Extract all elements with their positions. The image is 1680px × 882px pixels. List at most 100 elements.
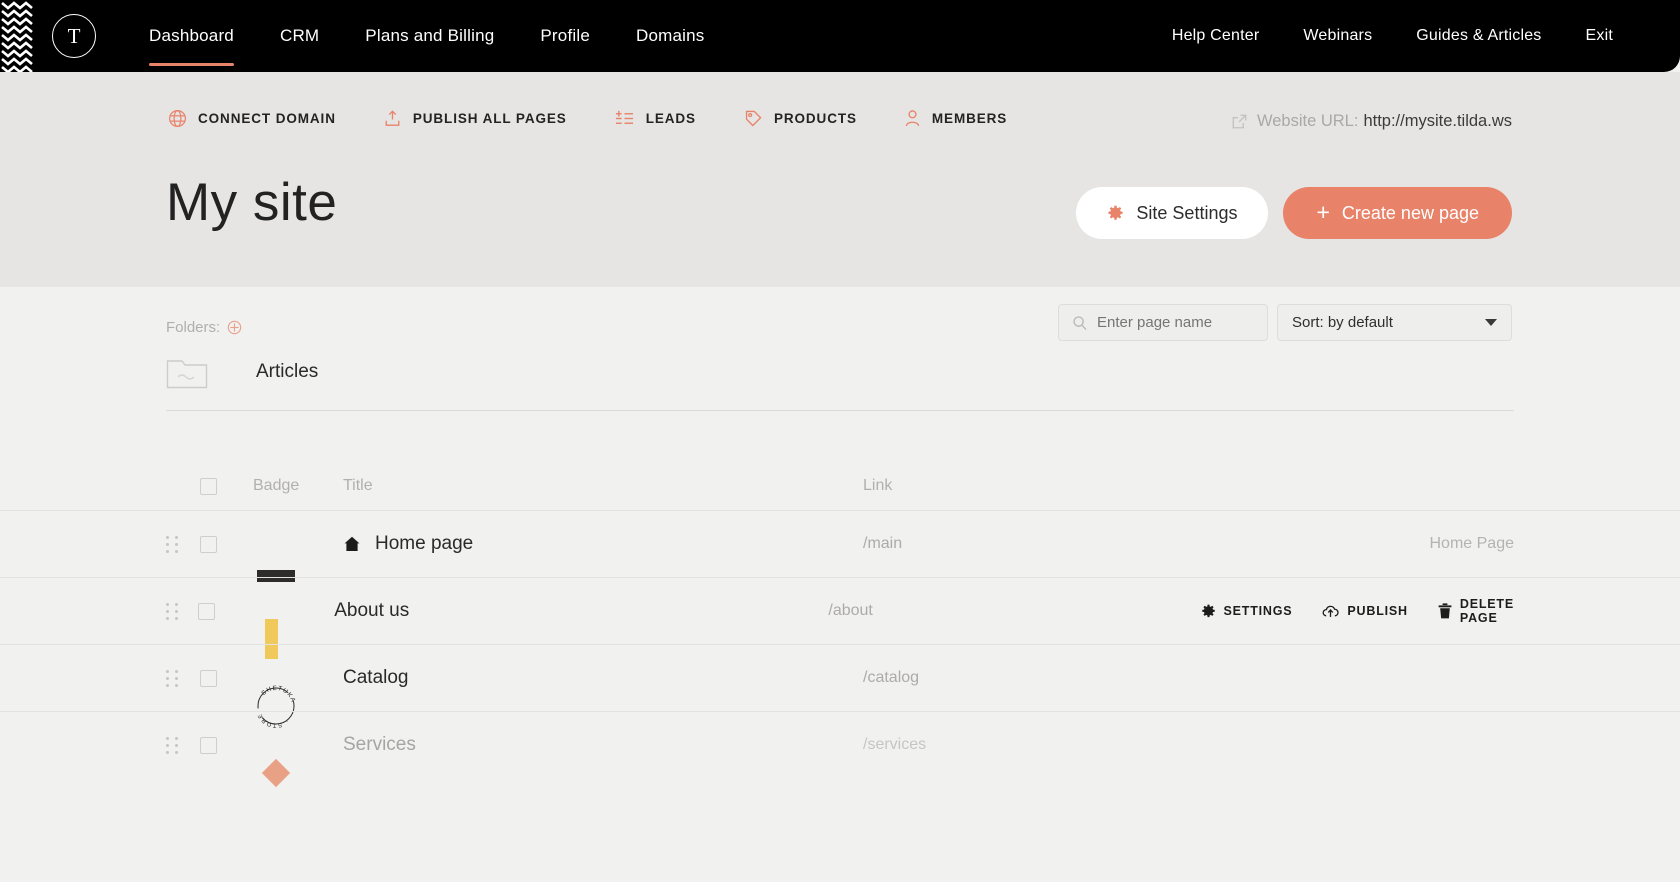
folders-label: Folders: <box>166 319 221 336</box>
row-checkbox[interactable] <box>200 736 217 754</box>
row-actions-cell: SETTINGS PUBLISH DELETE PAGE <box>1171 597 1680 625</box>
nav-right-group: Help Center Webinars Guides & Articles E… <box>1150 0 1635 72</box>
row-title-cell[interactable]: Services <box>343 734 863 756</box>
toolbar-members[interactable]: MEMBERS <box>904 109 1007 128</box>
zigzag-decoration <box>0 0 38 72</box>
gear-icon <box>1201 604 1216 619</box>
select-all-checkbox-cell[interactable] <box>200 477 253 495</box>
nav-left-group: T Dashboard CRM Plans and Billing Profil… <box>52 0 727 72</box>
row-hover-actions: SETTINGS PUBLISH DELETE PAGE <box>1171 597 1515 625</box>
folder-row-articles[interactable]: Articles <box>166 355 318 389</box>
nav-item-plans-and-billing[interactable]: Plans and Billing <box>365 0 494 72</box>
tilda-logo[interactable]: T <box>52 14 96 58</box>
website-url-display[interactable]: Website URL: http://mysite.tilda.ws <box>1231 112 1512 131</box>
drag-dots-icon <box>166 736 179 754</box>
top-navigation-bar: T Dashboard CRM Plans and Billing Profil… <box>0 0 1680 72</box>
row-checkbox-cell[interactable] <box>200 669 253 687</box>
row-action-delete-page[interactable]: DELETE PAGE <box>1438 597 1514 625</box>
home-icon <box>343 535 361 553</box>
table-row[interactable]: About us /about SETTINGS PUBLISH DELETE … <box>0 577 1680 659</box>
toolbar-members-label: MEMBERS <box>931 111 1008 126</box>
sort-dropdown[interactable]: Sort: by default <box>1277 304 1512 341</box>
drag-handle[interactable] <box>166 535 200 553</box>
header-badge: Badge <box>253 477 300 494</box>
plus-circle-icon[interactable] <box>227 320 242 335</box>
row-action-publish-label: PUBLISH <box>1347 604 1408 618</box>
toolbar-publish-all-pages[interactable]: PUBLISH ALL PAGES <box>383 109 567 128</box>
drag-handle[interactable] <box>166 736 200 754</box>
row-checkbox-cell[interactable] <box>200 535 253 553</box>
nav-item-help-center[interactable]: Help Center <box>1172 0 1260 72</box>
row-title: Home page <box>375 533 474 554</box>
toolbar-leads[interactable]: LEADS <box>614 109 696 128</box>
row-link: /about <box>828 602 873 619</box>
table-row[interactable]: SHETUKA · STORE · Catalog /catalog <box>0 644 1680 728</box>
pages-area: Folders: Sort: by default <box>0 287 1680 882</box>
add-list-icon <box>614 109 635 128</box>
row-title-cell[interactable]: About us <box>334 600 828 622</box>
folder-icon <box>166 355 208 389</box>
search-and-sort-controls: Sort: by default <box>1058 304 1512 341</box>
table-header-row: Badge Title Link <box>0 462 1680 510</box>
row-title-cell[interactable]: Catalog <box>343 667 863 689</box>
toolbar-products[interactable]: PRODUCTS <box>743 109 857 128</box>
nav-item-dashboard[interactable]: Dashboard <box>149 0 234 72</box>
upload-icon <box>383 109 402 128</box>
row-link: /main <box>863 535 903 552</box>
row-title: Services <box>343 734 416 755</box>
toolbar-connect-domain[interactable]: CONNECT DOMAIN <box>168 109 336 128</box>
row-action-settings-label: SETTINGS <box>1223 604 1293 618</box>
row-action-delete-label: DELETE PAGE <box>1459 597 1515 625</box>
folders-divider <box>166 410 1514 411</box>
toolbar-products-label: PRODUCTS <box>773 111 857 126</box>
site-header-band: CONNECT DOMAIN PUBLISH ALL PAGES LEADS P… <box>0 72 1680 287</box>
row-checkbox[interactable] <box>200 669 217 687</box>
site-settings-button[interactable]: Site Settings <box>1076 187 1269 239</box>
nav-item-guides-and-articles[interactable]: Guides & Articles <box>1416 0 1541 72</box>
dashboard-page: T Dashboard CRM Plans and Billing Profil… <box>0 0 1680 882</box>
gear-icon <box>1107 205 1124 222</box>
drag-dots-icon <box>166 602 179 620</box>
nav-primary-items: Dashboard CRM Plans and Billing Profile … <box>126 0 727 72</box>
cloud-upload-icon <box>1322 604 1340 619</box>
plus-icon: + <box>1316 198 1330 225</box>
folder-name: Articles <box>256 361 319 382</box>
row-tag-label: Home Page <box>1429 535 1515 552</box>
row-action-settings[interactable]: SETTINGS <box>1201 604 1293 619</box>
drag-handle[interactable] <box>166 602 198 620</box>
logo-glyph: T <box>67 23 81 48</box>
header-link: Link <box>863 477 893 494</box>
table-row[interactable]: Services /services <box>0 711 1680 788</box>
nav-item-exit[interactable]: Exit <box>1586 0 1613 72</box>
row-action-publish[interactable]: PUBLISH <box>1322 604 1407 619</box>
row-link: /catalog <box>863 669 920 686</box>
external-link-icon <box>1231 113 1248 130</box>
drag-handle[interactable] <box>166 669 200 687</box>
row-checkbox-cell[interactable] <box>200 736 253 754</box>
tag-icon <box>743 109 763 128</box>
search-box[interactable] <box>1058 304 1268 341</box>
select-all-checkbox[interactable] <box>200 477 217 495</box>
trash-icon <box>1438 603 1452 619</box>
nav-item-crm[interactable]: CRM <box>280 0 319 72</box>
website-url-label: Website URL: <box>1256 112 1359 130</box>
toolbar-leads-label: LEADS <box>645 111 696 126</box>
website-url-value: http://mysite.tilda.ws <box>1363 112 1512 130</box>
nav-item-webinars[interactable]: Webinars <box>1303 0 1372 72</box>
nav-item-profile[interactable]: Profile <box>540 0 590 72</box>
search-input[interactable] <box>1097 314 1247 331</box>
row-title-cell[interactable]: Home page <box>343 533 863 555</box>
create-new-page-button[interactable]: + Create new page <box>1283 187 1512 239</box>
table-row[interactable]: Home page /main Home Page <box>0 510 1680 582</box>
row-checkbox-cell[interactable] <box>198 602 248 620</box>
search-icon <box>1072 315 1088 331</box>
drag-dots-icon <box>166 535 179 553</box>
person-icon <box>904 109 921 128</box>
row-title: Catalog <box>343 667 409 688</box>
drag-dots-icon <box>166 669 179 687</box>
nav-item-domains[interactable]: Domains <box>636 0 704 72</box>
zigzag-pattern-icon <box>0 0 38 72</box>
row-checkbox[interactable] <box>198 602 216 620</box>
row-checkbox[interactable] <box>200 535 217 553</box>
page-title: My site <box>166 173 338 232</box>
